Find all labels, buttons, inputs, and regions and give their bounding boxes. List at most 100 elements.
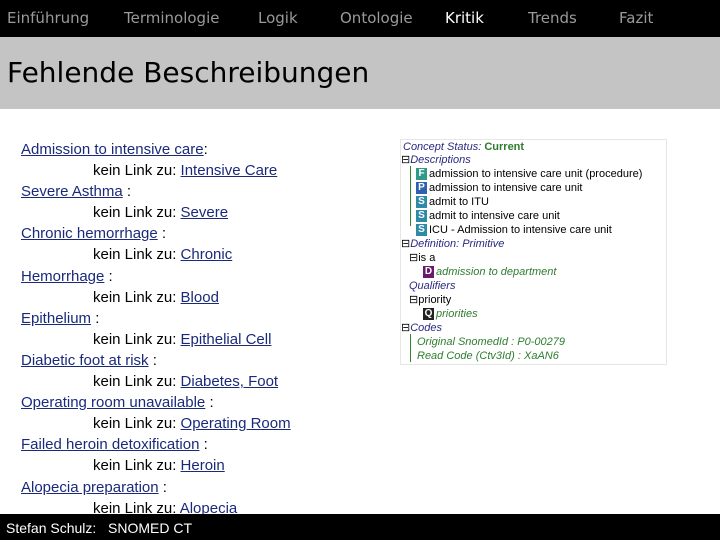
collapse-icon[interactable]: ⊟ xyxy=(409,294,418,306)
collapse-icon[interactable]: ⊟ xyxy=(401,154,410,166)
qualifiers-label: Qualifiers xyxy=(409,280,456,292)
separator-colon: : xyxy=(148,351,157,369)
concept-row: Epithelium : xyxy=(21,308,361,329)
missing-link-row: kein Link zu: Diabetes, Foot xyxy=(21,371,361,392)
missing-link-row: kein Link zu: Intensive Care xyxy=(21,160,361,181)
target-concept-link[interactable]: Severe xyxy=(181,204,229,221)
missing-link-prefix: kein Link zu: xyxy=(93,457,181,475)
nav-item-terminologie[interactable]: Terminologie xyxy=(124,9,219,27)
nav-item-trends[interactable]: Trends xyxy=(528,9,577,27)
concept-status-row: Concept Status: Current xyxy=(403,140,524,154)
source-concept-link[interactable]: Hemorrhage xyxy=(21,268,104,285)
priority-item-text: priorities xyxy=(436,308,478,320)
isa-item-row[interactable]: Dadmission to department xyxy=(423,265,556,279)
target-concept-link[interactable]: Intensive Care xyxy=(181,162,278,179)
separator-colon: : xyxy=(104,267,113,285)
concept-row: Failed heroin detoxification : xyxy=(21,434,361,455)
missing-link-row: kein Link zu: Severe xyxy=(21,202,361,223)
concept-status-label: Concept Status: xyxy=(403,141,482,153)
concept-row: Admission to intensive care: xyxy=(21,139,361,160)
separator-colon: : xyxy=(203,141,208,158)
target-concept-link[interactable]: Chronic xyxy=(181,246,233,263)
collapse-icon[interactable]: ⊟ xyxy=(401,322,410,334)
descriptions-node[interactable]: ⊟Descriptions xyxy=(401,153,471,167)
collapse-icon[interactable]: ⊟ xyxy=(401,238,410,250)
missing-link-row: kein Link zu: Heroin xyxy=(21,455,361,476)
nav-item-ontologie[interactable]: Ontologie xyxy=(340,9,413,27)
missing-link-prefix: kein Link zu: xyxy=(93,288,181,306)
tree-connector-line xyxy=(410,334,411,362)
description-text: ICU - Admission to intensive care unit xyxy=(429,224,612,236)
slide-title: Fehlende Beschreibungen xyxy=(7,56,370,89)
code-row: Read Code (Ctv3Id) : XaAN6 xyxy=(417,349,559,363)
code-text: Read Code (Ctv3Id) : XaAN6 xyxy=(417,350,559,362)
source-concept-link[interactable]: Alopecia preparation xyxy=(21,479,159,496)
description-row[interactable]: Padmission to intensive care unit xyxy=(416,181,582,195)
footer-topic: SNOMED CT xyxy=(108,520,192,536)
description-row[interactable]: Sadmit to intensive care unit xyxy=(416,209,560,223)
isa-label: is a xyxy=(418,252,436,264)
top-navigation: Einführung Terminologie Logik Ontologie … xyxy=(0,0,720,37)
description-text: admit to ITU xyxy=(429,196,489,208)
missing-link-row: kein Link zu: Epithelial Cell xyxy=(21,329,361,350)
isa-node[interactable]: ⊟is a xyxy=(409,251,435,265)
concept-row: Diabetic foot at risk : xyxy=(21,350,361,371)
nav-item-kritik[interactable]: Kritik xyxy=(445,9,484,27)
codes-node[interactable]: ⊟Codes xyxy=(401,321,442,335)
concept-row: Severe Asthma : xyxy=(21,181,361,202)
separator-colon: : xyxy=(91,309,100,327)
description-row[interactable]: Sadmit to ITU xyxy=(416,195,489,209)
description-text: admission to intensive care unit xyxy=(429,182,583,194)
missing-link-row: kein Link zu: Operating Room xyxy=(21,413,361,434)
separator-colon: : xyxy=(157,225,167,243)
qualifiers-node[interactable]: Qualifiers xyxy=(409,279,455,293)
target-concept-link[interactable]: Diabetes, Foot xyxy=(181,373,279,390)
source-concept-link[interactable]: Chronic hemorrhage xyxy=(21,225,158,242)
description-text: admission to intensive care unit (proced… xyxy=(429,168,643,180)
target-concept-link[interactable]: Heroin xyxy=(181,457,225,474)
nav-item-einfuehrung[interactable]: Einführung xyxy=(7,9,89,27)
missing-link-prefix: kein Link zu: xyxy=(93,162,181,180)
nav-item-fazit[interactable]: Fazit xyxy=(619,9,653,27)
separator-colon: : xyxy=(158,478,167,496)
nav-item-logik[interactable]: Logik xyxy=(258,9,298,27)
tree-connector-line xyxy=(410,166,411,226)
priority-label: priority xyxy=(418,294,452,306)
concept-tree-panel: Concept Status: Current ⊟Descriptions Fa… xyxy=(400,139,667,365)
definition-node[interactable]: ⊟Definition: Primitive xyxy=(401,237,504,251)
source-concept-link[interactable]: Severe Asthma xyxy=(21,183,123,200)
priority-item-row[interactable]: Qpriorities xyxy=(423,307,478,321)
separator-colon: : xyxy=(122,183,132,201)
source-concept-link[interactable]: Admission to intensive care xyxy=(21,141,204,158)
preferred-term-icon: P xyxy=(416,182,427,195)
target-concept-link[interactable]: Blood xyxy=(181,289,219,306)
collapse-icon[interactable]: ⊟ xyxy=(409,252,418,264)
source-concept-link[interactable]: Diabetic foot at risk xyxy=(21,352,149,369)
codes-label: Codes xyxy=(410,322,443,334)
missing-descriptions-list: Admission to intensive care: kein Link zu… xyxy=(21,139,361,519)
source-concept-link[interactable]: Operating room unavailable xyxy=(21,394,205,411)
definition-label: Definition: Primitive xyxy=(410,238,505,250)
synonym-icon: S xyxy=(416,210,427,223)
department-icon: D xyxy=(423,266,434,279)
footer-author: Stefan Schulz: xyxy=(6,520,97,536)
separator-colon: : xyxy=(205,394,214,412)
title-bar: Fehlende Beschreibungen xyxy=(0,37,720,109)
source-concept-link[interactable]: Failed heroin detoxification xyxy=(21,436,199,453)
priority-node[interactable]: ⊟priority xyxy=(409,293,451,307)
concept-row: Alopecia preparation : xyxy=(21,477,361,498)
fully-specified-name-icon: F xyxy=(416,168,427,181)
description-row[interactable]: S ICU - Admission to intensive care unit xyxy=(416,223,612,237)
missing-link-prefix: kein Link zu: xyxy=(93,330,181,348)
description-row[interactable]: Fadmission to intensive care unit (proce… xyxy=(416,167,642,181)
source-concept-link[interactable]: Epithelium xyxy=(21,310,91,327)
concept-status-value: Current xyxy=(484,141,525,153)
isa-item-text: admission to department xyxy=(436,266,557,278)
missing-link-row: kein Link zu: Blood xyxy=(21,287,361,308)
target-concept-link[interactable]: Epithelial Cell xyxy=(181,331,272,348)
synonym-icon: S xyxy=(416,196,427,209)
target-concept-link[interactable]: Operating Room xyxy=(181,415,291,432)
synonym-icon: S xyxy=(416,224,427,237)
footer-bar: Stefan Schulz: SNOMED CT xyxy=(0,514,720,540)
missing-link-prefix: kein Link zu: xyxy=(93,204,181,222)
